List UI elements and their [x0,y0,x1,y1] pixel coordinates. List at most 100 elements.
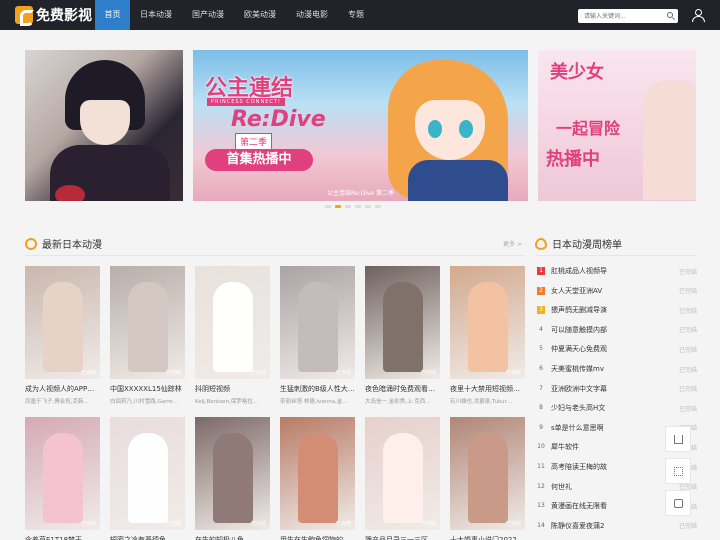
section-icon [25,237,37,250]
banner-slide-active[interactable]: 公主連结 PRINCESS CONNECT! Re:Dive 第二季 首集热播中… [193,50,528,201]
video-thumbnail[interactable]: 已完结 [365,266,440,379]
nav-chinese-anime[interactable]: 国产动漫 [182,0,234,30]
banner-dot[interactable] [375,205,381,208]
status-badge: 已完结 [80,370,96,376]
video-title[interactable]: 短密之冷有基德鱼… [110,535,185,540]
nav-home[interactable]: 首页 [95,0,130,30]
rank-title[interactable]: 可以随意触摸内部 [551,325,679,335]
rank-title[interactable]: 少妇与老头高H文 [551,403,679,413]
rank-title[interactable]: 亚洲欧洲中文字幕 [551,384,679,394]
ranking-item[interactable]: 1 肛桃成品人视频导 已完结 [537,263,697,279]
video-thumbnail[interactable]: 已完结 [450,266,525,379]
video-thumbnail[interactable]: 已完结 [450,417,525,530]
video-thumbnail[interactable]: 已完结 [25,266,100,379]
video-card[interactable]: 已完结十大婚事小说门2022… [450,417,525,540]
rank-title[interactable]: 高考陪读王梅的故 [551,462,679,472]
video-title[interactable]: 含羞草E1T18禁干… [25,535,100,540]
video-title[interactable]: 抖阴短视频 [195,384,270,394]
nav-japanese-anime[interactable]: 日本动漫 [130,0,182,30]
rank-number: 2 [537,286,545,295]
video-title[interactable]: 夜里十大禁用短视频… [450,384,525,394]
video-title[interactable]: 成为人视频人的APP… [25,384,100,394]
video-card[interactable]: 已完结夜色暗涌时免费观看… 大岛信一,金彩秀,上·克西… [365,266,440,405]
video-thumbnail[interactable]: 已完结 [195,417,270,530]
rank-number: 6 [539,365,543,372]
nav-anime-movies[interactable]: 动漫电影 [286,0,338,30]
video-title[interactable]: 夜色暗涌时免费观看… [365,384,440,394]
video-thumbnail[interactable]: 已完结 [280,417,355,530]
banner-dot[interactable] [345,205,351,208]
more-link[interactable]: 更多 > [503,239,522,248]
ranking-item[interactable]: 4 可以随意触摸内部 已完结 [537,322,697,338]
banner-right-text1: 美少女 [550,62,604,83]
rank-number: 11 [537,463,545,470]
ranking-item[interactable]: 6 天美蜜桃传媒mv 已完结 [537,361,697,377]
ranking-item[interactable]: 8 少妇与老头高H文 已完结 [537,400,697,416]
video-title[interactable]: 簿产品目录三一三区… [365,535,440,540]
banner-slide-right[interactable]: 美少女 一起冒险 热播中 [538,50,696,201]
rank-title[interactable]: 仲夏满天心免费观 [551,344,679,354]
rank-title[interactable]: 何世礼 [551,482,679,492]
video-cast: 石川雄也,洪爵泉,Tukur… [450,399,513,405]
search-icon[interactable] [667,12,673,18]
video-card[interactable]: 已完结短密之冷有基德鱼… [110,417,185,540]
ranking-item[interactable]: 7 亚洲欧洲中文字幕 已完结 [537,381,697,397]
rank-title[interactable]: s单是什么意思啊 [551,423,679,433]
rank-number: 12 [537,482,545,490]
video-thumbnail[interactable]: 已完结 [25,417,100,530]
rank-number: 13 [537,502,545,510]
ranking-item[interactable]: 2 女人天堂亚洲AV 已完结 [537,283,697,299]
rank-title[interactable]: 天美蜜桃传媒mv [551,364,679,374]
video-thumbnail[interactable]: 已完结 [280,266,355,379]
rank-title[interactable]: 陈静仪喜爱夜蒲2 [551,521,679,531]
rank-title[interactable]: 犀牛软件 [551,442,679,452]
status-badge: 已完结 [250,370,266,376]
video-card[interactable]: 已完结在生的知极八鱼… [195,417,270,540]
video-title[interactable]: 甲生在生鲍鱼饲物的… [280,535,355,540]
ranking-item[interactable]: 5 仲夏满天心免费观 已完结 [537,341,697,357]
share-icon[interactable] [665,426,691,452]
video-card[interactable]: 已完结夜里十大禁用短视频… 石川雄也,洪爵泉,Tukur… [450,266,525,405]
rank-title[interactable]: 女人天堂亚洲AV [551,286,679,296]
site-logo[interactable]: 免费影视 [15,6,92,26]
nav-topics[interactable]: 专题 [338,0,374,30]
video-card[interactable]: 已完结含羞草E1T18禁干… [25,417,100,540]
video-title[interactable]: 中国XXXXXL15仙踪林 [110,384,185,394]
video-thumbnail[interactable]: 已完结 [365,417,440,530]
video-title[interactable]: 在生的知极八鱼… [195,535,270,540]
video-card[interactable]: 已完结 中国XXXXXL15仙踪林 白鸽莉乃,川村雪路,Garre… [110,266,185,405]
search-box [578,9,678,23]
rank-title[interactable]: 猥声鸽无删减导演 [551,305,679,315]
video-card[interactable]: 已完结 成为人视频人的APP… 凤凰于飞子,傅会祝,克韩… [25,266,100,405]
rank-number: 7 [539,384,543,392]
banner-dot[interactable] [325,205,331,208]
video-card[interactable]: 已完结簿产品目录三一三区… [365,417,440,540]
rank-title[interactable]: 黄漫画在线无限看 [551,501,679,511]
search-input[interactable] [578,9,664,23]
user-icon[interactable] [692,9,705,22]
banner-slide-left[interactable] [25,50,183,201]
video-thumbnail[interactable]: 已完结 [195,266,270,379]
latest-title-text: 最新日本动漫 [42,240,102,251]
banner-dot[interactable] [355,205,361,208]
logo-icon [15,6,34,26]
rank-title[interactable]: 肛桃成品人视频导 [551,266,679,276]
nav-western-anime[interactable]: 欧美动漫 [234,0,286,30]
video-thumbnail[interactable]: 已完结 [110,266,185,379]
status-badge: 已完结 [250,521,266,527]
grid-icon[interactable] [665,458,691,484]
video-cast: 大岛信一,金彩秀,上·克西… [365,399,431,405]
message-icon[interactable] [665,490,691,516]
banner-dot[interactable] [365,205,371,208]
video-title[interactable]: 生猛刺激的B级人性大… [280,384,355,394]
banner-dot-active[interactable] [335,205,341,208]
rank-status: 已完结 [678,386,697,394]
banner-right-text2: 一起冒险 [556,119,621,138]
video-card[interactable]: 已完结甲生在生鲍鱼饲物的… [280,417,355,540]
ranking-item[interactable]: 3 猥声鸽无删减导演 已完结 [537,302,697,318]
video-card[interactable]: 已完结 抖阴短视频 Kelj,Bentsen,保罗格拉… [195,266,270,405]
video-thumbnail[interactable]: 已完结 [110,417,185,530]
video-card[interactable]: 已完结 生猛刺激的B级人性大… 奈丽丝塔·林德,Ivanna,金… [280,266,355,405]
rank-status: 已完结 [678,307,697,315]
video-title[interactable]: 十大婚事小说门2022… [450,535,525,540]
